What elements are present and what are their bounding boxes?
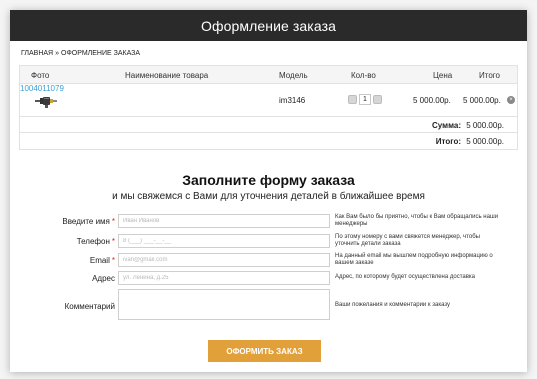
- grand-total-row: Итого: 5 000.00р.: [20, 133, 517, 149]
- order-form-subtitle: и мы свяжемся с Вами для уточнения детал…: [112, 191, 425, 202]
- comment-hint: Ваши пожелания и комментарии к заказу: [335, 302, 451, 308]
- cart-table: Фото Наименование товара Модель Кол-во Ц…: [19, 65, 518, 150]
- comment-textarea[interactable]: [118, 289, 330, 320]
- address-label: Адрес: [92, 274, 115, 283]
- name-label: Введите имя *: [62, 217, 115, 226]
- email-label: Email *: [89, 256, 115, 265]
- cart-header-row: Фото Наименование товара Модель Кол-во Ц…: [20, 66, 517, 84]
- column-header-total: Итого: [479, 71, 500, 80]
- address-input[interactable]: [118, 271, 330, 285]
- phone-input[interactable]: [118, 234, 330, 248]
- subtotal-row: Сумма: 5 000.00р.: [20, 117, 517, 133]
- quantity-stepper: 1: [348, 94, 382, 105]
- breadcrumb-current: Оформление заказа: [61, 50, 141, 57]
- page-header: Оформление заказа: [10, 10, 527, 41]
- phone-hint: По этому номеру с вами свяжется менеджер…: [335, 234, 480, 247]
- submit-order-button[interactable]: Оформить заказ: [208, 340, 321, 362]
- grand-total-label: Итого:: [435, 137, 461, 146]
- breadcrumb-separator: »: [55, 50, 60, 57]
- column-header-model: Модель: [279, 71, 308, 80]
- page-title: Оформление заказа: [201, 17, 336, 34]
- email-input[interactable]: [118, 253, 330, 267]
- cart-item-row: 1004011079 im3146 1 5 000.00р. 5 000.00р…: [20, 84, 517, 117]
- breadcrumb-home-link[interactable]: Главная: [21, 50, 53, 57]
- name-hint: Как Вам было бы приятно, чтобы к Вам обр…: [335, 214, 499, 227]
- breadcrumb: Главная» Оформление заказа: [21, 50, 140, 57]
- subtotal-value: 5 000.00р.: [466, 121, 504, 130]
- product-tool-icon[interactable]: [34, 93, 58, 109]
- column-header-photo: Фото: [31, 71, 50, 80]
- increase-qty-button[interactable]: [373, 95, 382, 104]
- product-name-link[interactable]: 1004011079: [20, 84, 64, 93]
- comment-label: Комментарий: [64, 302, 115, 311]
- product-model: im3146: [279, 96, 306, 105]
- address-hint: Адрес, по которому будет осуществлена до…: [335, 274, 476, 280]
- remove-item-icon[interactable]: ×: [507, 96, 515, 104]
- checkout-window: Оформление заказа Главная» Оформление зак…: [10, 10, 527, 372]
- email-hint: На данный email мы вышлем подробную инфо…: [335, 253, 493, 266]
- column-header-qty: Кол-во: [351, 71, 376, 80]
- column-header-price: Цена: [433, 71, 453, 80]
- phone-label: Телефон *: [76, 237, 115, 246]
- column-header-name: Наименование товара: [125, 71, 209, 80]
- decrease-qty-button[interactable]: [348, 95, 357, 104]
- product-price: 5 000.00р.: [413, 96, 451, 105]
- quantity-input[interactable]: 1: [359, 94, 371, 105]
- product-total: 5 000.00р.: [463, 96, 501, 105]
- order-form-title: Заполните форму заказа: [182, 172, 355, 188]
- subtotal-label: Сумма:: [432, 121, 461, 130]
- name-input[interactable]: [118, 214, 330, 228]
- grand-total-value: 5 000.00р.: [466, 137, 504, 146]
